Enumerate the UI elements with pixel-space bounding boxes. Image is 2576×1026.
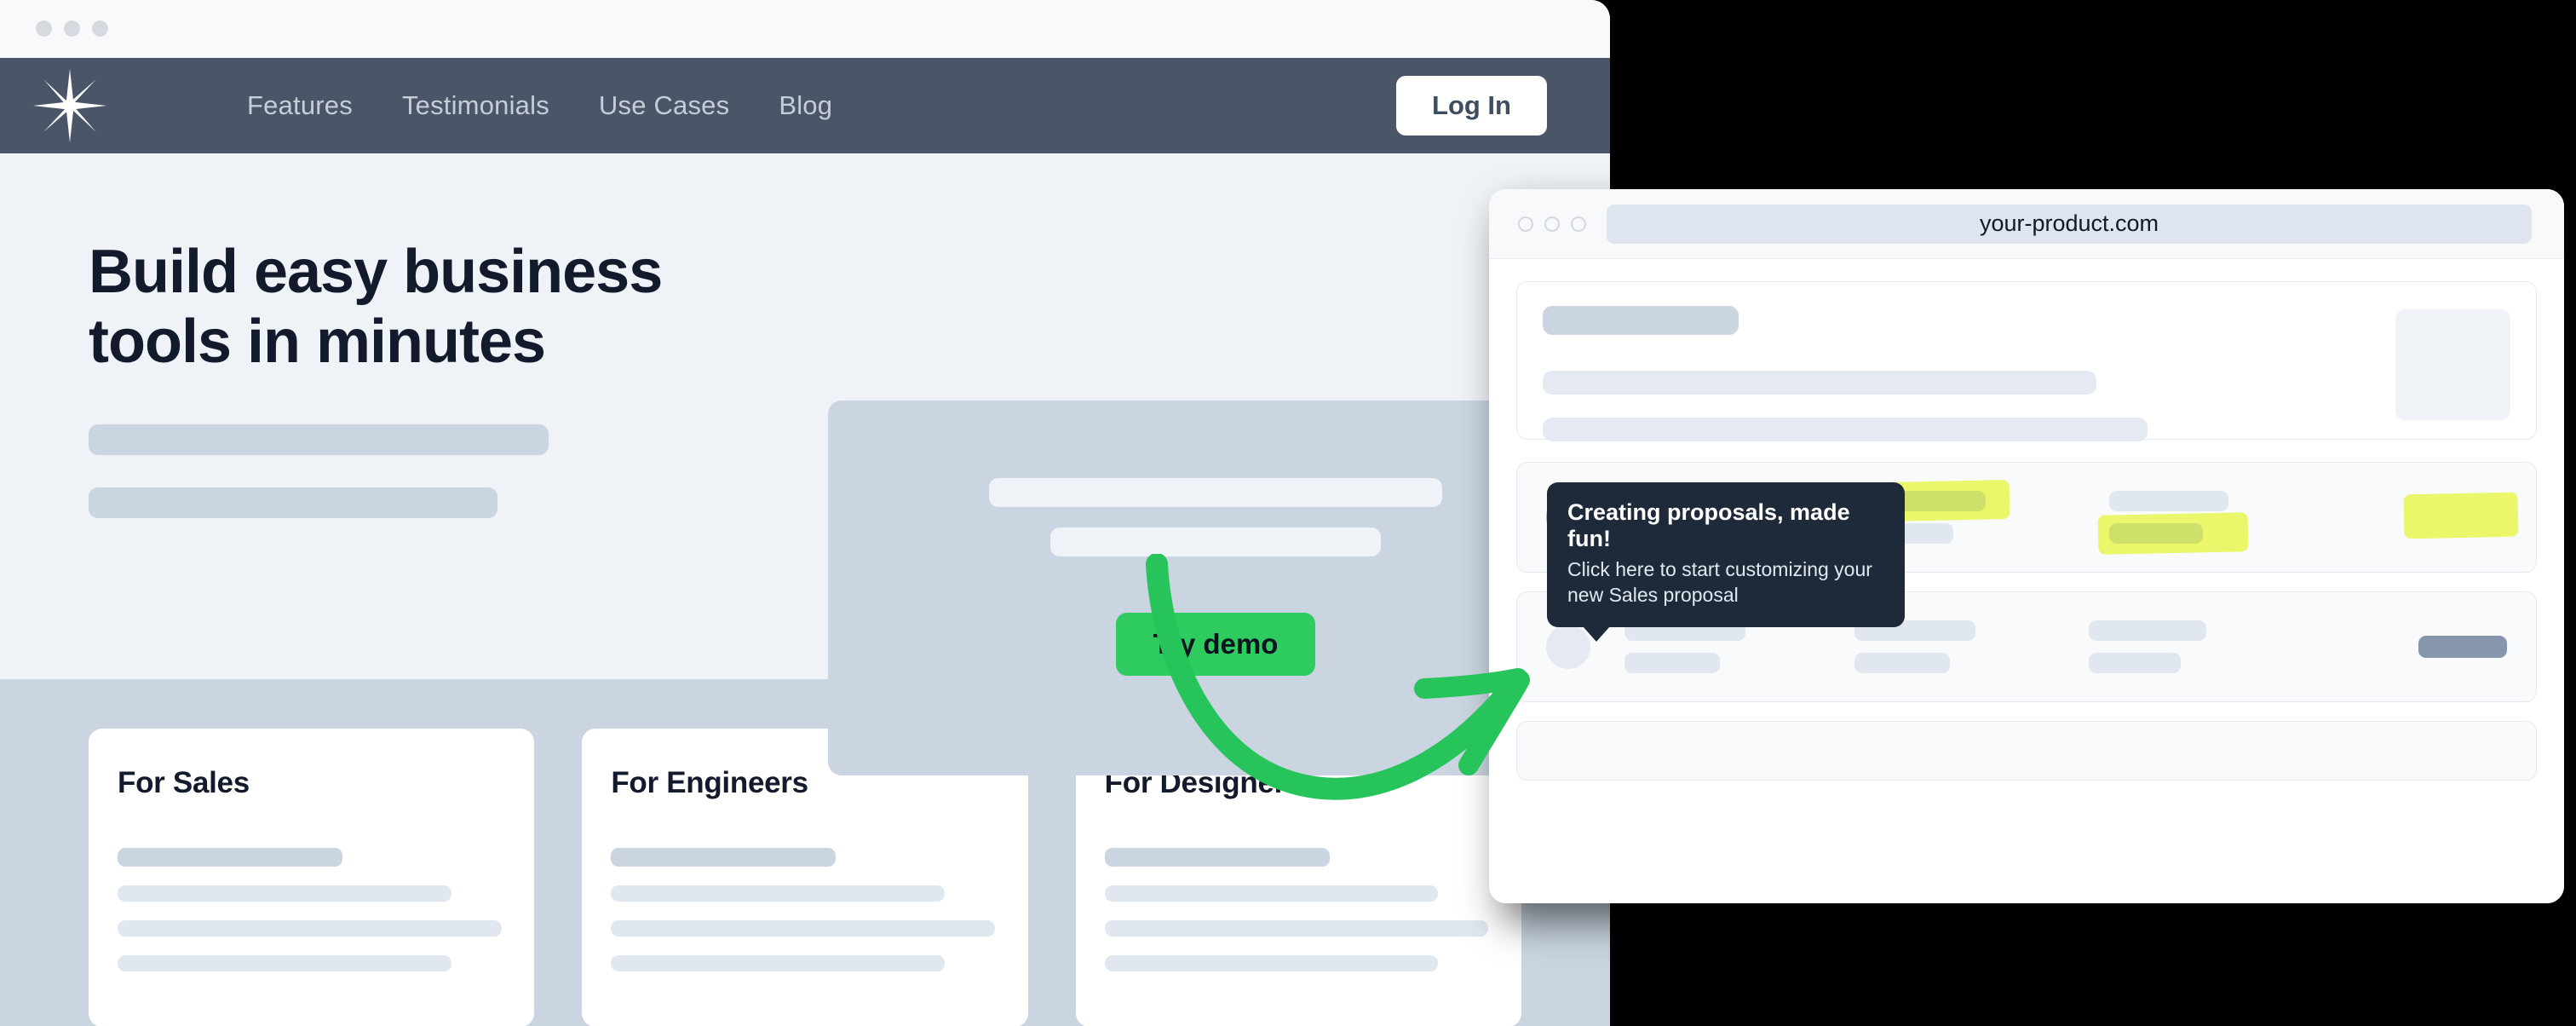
panel-placeholder-bar-1 xyxy=(989,478,1442,507)
hero-subtitle-placeholder-1 xyxy=(89,424,549,456)
card-placeholder-line-3 xyxy=(1104,955,1439,971)
row-cell-2 xyxy=(1854,620,1978,673)
screenshot-stage: Features Testimonials Use Cases Blog Log… xyxy=(0,0,2576,1026)
traffic-light-dots xyxy=(36,20,108,37)
url-bar[interactable]: your-product.com xyxy=(1607,204,2532,244)
card-placeholder-strong xyxy=(118,848,343,867)
url-text: your-product.com xyxy=(1979,210,2159,236)
landing-page-browser-window: Features Testimonials Use Cases Blog Log… xyxy=(0,0,1610,1026)
row-cell-3 xyxy=(2109,491,2237,544)
cell-status-pill xyxy=(2418,636,2507,658)
hero-headline: Build easy business tools in minutes xyxy=(89,238,663,377)
tooltip-body: Click here to start customizing your new… xyxy=(1567,558,1872,606)
nav-item-use-cases[interactable]: Use Cases xyxy=(599,90,729,121)
card-placeholder-line-2 xyxy=(1104,920,1489,937)
hero-subtitle-placeholder-2 xyxy=(89,487,497,519)
card-placeholder-line-2 xyxy=(118,920,502,937)
login-button[interactable]: Log In xyxy=(1396,76,1547,135)
tooltip-pointer-tail xyxy=(1583,625,1610,642)
app-traffic-light-dots xyxy=(1518,216,1586,232)
cell-bar-secondary xyxy=(2089,653,2181,673)
cell-bar-primary xyxy=(2089,620,2206,641)
row-cell-1 xyxy=(1624,620,1752,673)
onboarding-tooltip: Creating proposals, made fun! Click here… xyxy=(1547,482,1905,642)
card-placeholder-line-3 xyxy=(118,955,451,971)
cell-bar-primary xyxy=(2109,491,2228,511)
card-placeholder-line-1 xyxy=(118,885,451,902)
card-for-sales[interactable]: For Sales xyxy=(89,729,535,1026)
row-cell-4 xyxy=(2418,636,2507,658)
hero-copy: Build easy business tools in minutes xyxy=(89,201,821,679)
browser-chrome-bar xyxy=(0,0,1610,58)
tooltip-title: Creating proposals, made fun! xyxy=(1567,499,1850,551)
app-header-text-column xyxy=(1543,306,2395,441)
app-browser-chrome-bar: your-product.com xyxy=(1489,189,2564,259)
app-header-line-2 xyxy=(1543,418,2148,441)
card-title: For Sales xyxy=(118,766,250,799)
highlight-marker xyxy=(2415,502,2507,528)
asterisk-starburst-logo-icon[interactable] xyxy=(29,65,111,147)
card-placeholder-line-2 xyxy=(611,920,996,937)
app-header-title-placeholder xyxy=(1543,306,1739,335)
card-placeholder-line-1 xyxy=(611,885,945,902)
cell-bar-secondary xyxy=(1624,653,1720,673)
row-cell-3 xyxy=(2089,620,2208,673)
panel-placeholder-bar-2 xyxy=(1050,527,1381,556)
table-row-partial[interactable] xyxy=(1516,721,2537,781)
nav-item-blog[interactable]: Blog xyxy=(779,90,832,121)
close-dot-icon[interactable] xyxy=(36,20,52,37)
nav-item-testimonials[interactable]: Testimonials xyxy=(402,90,549,121)
app-header-line-1 xyxy=(1543,371,2096,395)
site-navbar: Features Testimonials Use Cases Blog Log… xyxy=(0,58,1610,153)
card-placeholder-strong xyxy=(1104,848,1330,867)
maximize-dot-icon[interactable] xyxy=(1571,216,1586,232)
minimize-dot-icon[interactable] xyxy=(1544,216,1560,232)
card-placeholder-line-3 xyxy=(611,955,945,971)
maximize-dot-icon[interactable] xyxy=(92,20,108,37)
highlight-marker xyxy=(2109,523,2237,544)
app-header-panel xyxy=(1516,281,2537,441)
cell-bar-secondary-highlighted xyxy=(2109,523,2203,544)
curved-green-arrow-icon xyxy=(1146,554,1530,800)
cell-status-pill-highlighted xyxy=(2415,502,2507,528)
close-dot-icon[interactable] xyxy=(1518,216,1533,232)
card-placeholder-strong xyxy=(611,848,837,867)
row-cell-4 xyxy=(2415,502,2507,533)
app-header-thumbnail-placeholder xyxy=(2395,309,2510,420)
card-placeholder-line-1 xyxy=(1104,885,1439,902)
cell-bar-secondary xyxy=(1854,653,1950,673)
nav-item-features[interactable]: Features xyxy=(247,90,353,121)
nav-links: Features Testimonials Use Cases Blog xyxy=(247,90,832,121)
minimize-dot-icon[interactable] xyxy=(64,20,80,37)
